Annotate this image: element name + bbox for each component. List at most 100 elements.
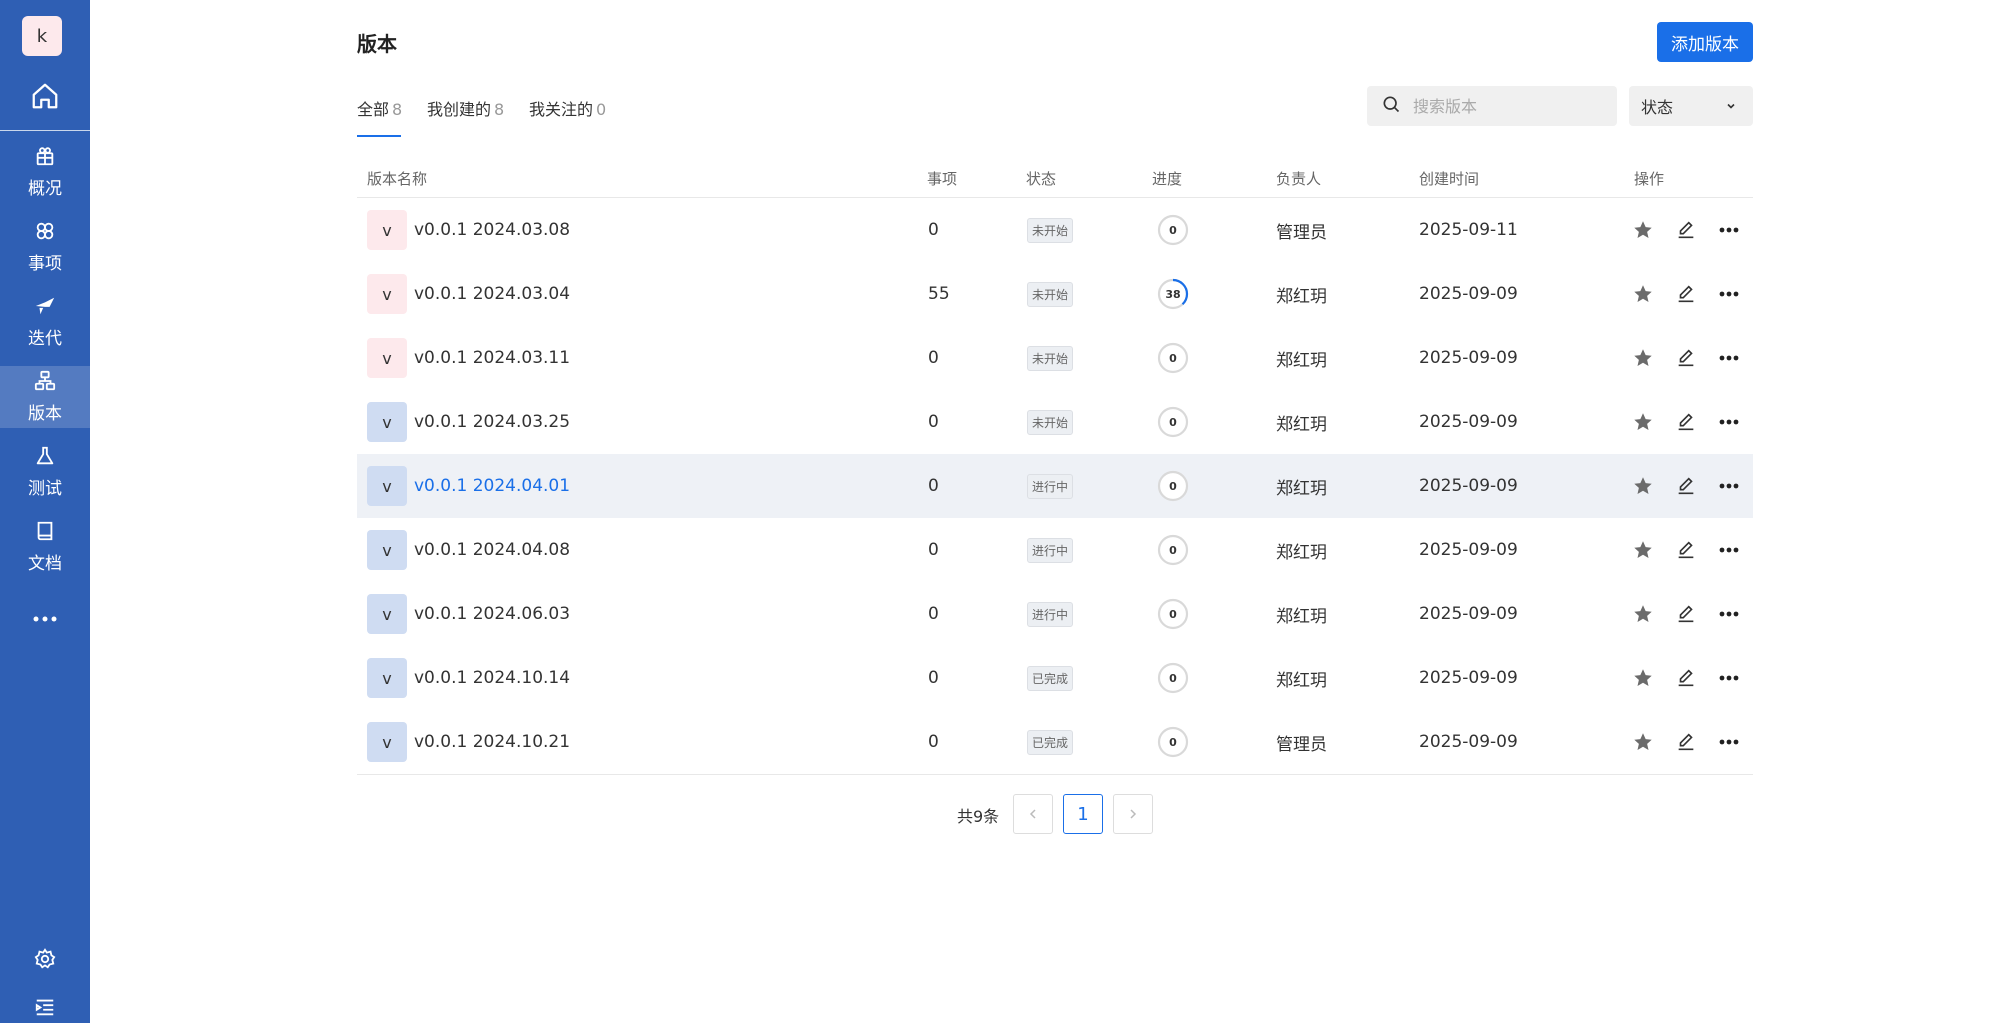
sidebar-item-version[interactable]: 版本	[0, 366, 90, 428]
edit-button[interactable]	[1672, 344, 1700, 372]
favorite-button[interactable]	[1629, 536, 1657, 564]
sidebar-item-iteration[interactable]: 迭代	[0, 291, 90, 353]
status-cell: 已完成	[1027, 646, 1074, 710]
status-filter-label: 状态	[1641, 98, 1674, 117]
home-icon	[30, 81, 60, 115]
progress-ring: 0	[1157, 534, 1189, 566]
tab-all[interactable]: 全部 8	[357, 96, 402, 120]
avatar[interactable]: k	[22, 16, 62, 56]
table-row[interactable]: v v0.0.1 2024.03.11 0 未开始 0 郑红玥 2025-09-…	[357, 326, 1753, 390]
more-actions-button[interactable]	[1715, 728, 1743, 756]
owner-cell: 郑红玥	[1276, 350, 1327, 371]
table-row[interactable]: v v0.0.1 2024.10.14 0 已完成 0 郑红玥 2025-09-…	[357, 646, 1753, 710]
actions-cell	[1629, 518, 1743, 582]
favorite-button[interactable]	[1629, 664, 1657, 692]
favorite-button[interactable]	[1629, 216, 1657, 244]
more-nav-button[interactable]	[0, 603, 90, 631]
more-actions-button[interactable]	[1715, 280, 1743, 308]
version-name-link[interactable]: v0.0.1 2024.03.11	[414, 348, 570, 368]
more-actions-button[interactable]	[1715, 536, 1743, 564]
actions-cell	[1629, 390, 1743, 454]
table-row[interactable]: v v0.0.1 2024.03.25 0 未开始 0 郑红玥 2025-09-…	[357, 390, 1753, 454]
edit-button[interactable]	[1672, 216, 1700, 244]
table-row[interactable]: v v0.0.1 2024.03.04 55 未开始 38 郑红玥 2025-0…	[357, 262, 1753, 326]
home-button[interactable]	[0, 74, 90, 122]
version-name-link[interactable]: v0.0.1 2024.04.08	[414, 540, 570, 560]
version-name-link[interactable]: v0.0.1 2024.03.04	[414, 284, 570, 304]
status-filter-select[interactable]: 状态	[1629, 86, 1753, 126]
favorite-button[interactable]	[1629, 280, 1657, 308]
edit-icon	[1678, 413, 1694, 431]
sidebar-item-label: 文档	[28, 554, 62, 574]
edit-icon	[1678, 541, 1694, 559]
sidebar-item-test[interactable]: 测试	[0, 441, 90, 503]
version-name-link[interactable]: v0.0.1 2024.10.14	[414, 668, 570, 688]
settings-button[interactable]	[0, 941, 90, 981]
edit-button[interactable]	[1672, 472, 1700, 500]
items-icon	[34, 220, 56, 246]
more-actions-button[interactable]	[1715, 408, 1743, 436]
items-count: 55	[928, 284, 950, 304]
version-name-link[interactable]: v0.0.1 2024.04.01	[414, 476, 570, 496]
chevron-left-icon	[1027, 805, 1039, 824]
status-badge: 未开始	[1027, 409, 1074, 435]
star-icon	[1634, 733, 1652, 750]
more-icon	[1719, 291, 1739, 297]
progress-cell: 38	[1157, 262, 1189, 326]
favorite-button[interactable]	[1629, 408, 1657, 436]
table-row[interactable]: v v0.0.1 2024.03.08 0 未开始 0 管理员 2025-09-…	[357, 198, 1753, 262]
progress-ring: 0	[1157, 214, 1189, 246]
sidebar-item-overview[interactable]: 概况	[0, 141, 90, 203]
version-name-link[interactable]: v0.0.1 2024.10.21	[414, 732, 570, 752]
status-badge: 未开始	[1027, 217, 1074, 243]
table-row[interactable]: v v0.0.1 2024.10.21 0 已完成 0 管理员 2025-09-…	[357, 710, 1753, 774]
edit-button[interactable]	[1672, 280, 1700, 308]
search-input[interactable]	[1413, 96, 1593, 116]
progress-cell: 0	[1157, 454, 1189, 518]
collapse-sidebar-button[interactable]	[0, 989, 90, 1023]
favorite-button[interactable]	[1629, 600, 1657, 628]
edit-button[interactable]	[1672, 536, 1700, 564]
sidebar-item-items[interactable]: 事项	[0, 216, 90, 278]
status-cell: 进行中	[1027, 454, 1074, 518]
edit-button[interactable]	[1672, 728, 1700, 756]
edit-button[interactable]	[1672, 408, 1700, 436]
favorite-button[interactable]	[1629, 344, 1657, 372]
progress-ring: 0	[1157, 662, 1189, 694]
version-badge: v	[367, 338, 407, 378]
tab-followed[interactable]: 我关注的 0	[529, 96, 606, 120]
table-row[interactable]: v v0.0.1 2024.04.01 0 进行中 0 郑红玥 2025-09-…	[357, 454, 1753, 518]
version-name-link[interactable]: v0.0.1 2024.06.03	[414, 604, 570, 624]
version-name-link[interactable]: v0.0.1 2024.03.25	[414, 412, 570, 432]
progress-cell: 0	[1157, 710, 1189, 774]
pagination-next-button[interactable]	[1113, 794, 1153, 834]
pagination-prev-button[interactable]	[1013, 794, 1053, 834]
sidebar-item-docs[interactable]: 文档	[0, 516, 90, 578]
owner-cell: 郑红玥	[1276, 478, 1327, 499]
pagination-page-button[interactable]: 1	[1063, 794, 1103, 834]
tab-created-by-me[interactable]: 我创建的 8	[427, 96, 504, 120]
version-name-link[interactable]: v0.0.1 2024.03.08	[414, 220, 570, 240]
created-date-cell: 2025-09-09	[1419, 348, 1518, 368]
progress-ring: 0	[1157, 342, 1189, 374]
more-actions-button[interactable]	[1715, 664, 1743, 692]
created-date-cell: 2025-09-09	[1419, 412, 1518, 432]
favorite-button[interactable]	[1629, 728, 1657, 756]
more-actions-button[interactable]	[1715, 600, 1743, 628]
table-row[interactable]: v v0.0.1 2024.04.08 0 进行中 0 郑红玥 2025-09-…	[357, 518, 1753, 582]
edit-button[interactable]	[1672, 600, 1700, 628]
table-row[interactable]: v v0.0.1 2024.06.03 0 进行中 0 郑红玥 2025-09-…	[357, 582, 1753, 646]
add-version-button[interactable]: 添加版本	[1657, 22, 1753, 62]
progress-value: 38	[1165, 287, 1181, 301]
progress-value: 0	[1169, 607, 1177, 621]
more-actions-button[interactable]	[1715, 472, 1743, 500]
version-name-cell: v v0.0.1 2024.10.21	[367, 710, 570, 774]
progress-cell: 0	[1157, 518, 1189, 582]
version-badge: v	[367, 594, 407, 634]
edit-icon	[1678, 221, 1694, 239]
favorite-button[interactable]	[1629, 472, 1657, 500]
more-actions-button[interactable]	[1715, 344, 1743, 372]
items-count: 0	[928, 476, 939, 496]
more-actions-button[interactable]	[1715, 216, 1743, 244]
edit-button[interactable]	[1672, 664, 1700, 692]
